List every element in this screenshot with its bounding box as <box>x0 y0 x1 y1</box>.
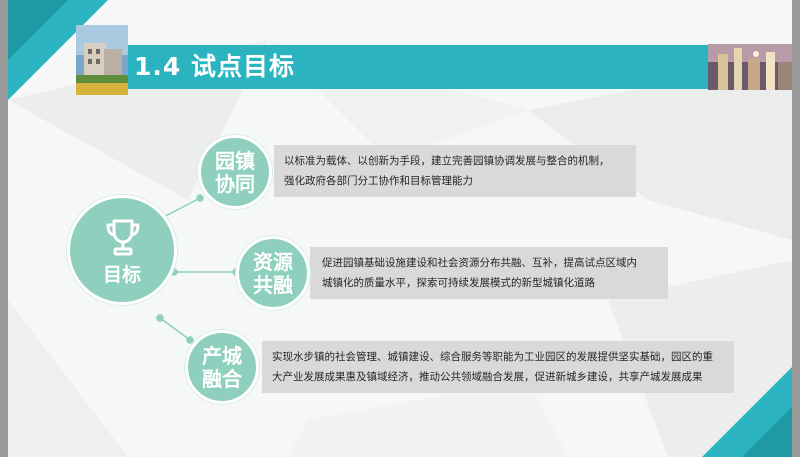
goal-circle: 目标 <box>67 195 177 305</box>
goal-label: 目标 <box>102 264 141 286</box>
item-3-title-line-2: 融合 <box>202 367 242 391</box>
item-circle-3: 产城 融合 <box>185 330 259 404</box>
item-2-title-line-1: 资源 <box>253 250 293 274</box>
item-box-3: 实现水步镇的社会管理、城镇建设、综合服务等职能为工业园区的发展提供坚实基础，园区… <box>262 341 734 393</box>
item-1-title-line-1: 园镇 <box>215 149 255 173</box>
item-circle-1: 园镇 协同 <box>198 135 272 209</box>
item-box-2: 促进园镇基础设施建设和社会资源分布共融、互补，提高试点区域内 城镇化的质量水平，… <box>310 247 668 299</box>
trophy-icon <box>106 219 140 256</box>
item-1-title-line-2: 协同 <box>215 172 255 196</box>
item-2-text-line-2: 城镇化的质量水平，探索可持续发展模式的新型城镇化道路 <box>322 277 595 289</box>
item-3-text-line-1: 实现水步镇的社会管理、城镇建设、综合服务等职能为工业园区的发展提供坚实基础，园区… <box>272 351 713 363</box>
item-box-1: 以标准为载体、以创新为手段，建立完善园镇协调发展与整合的机制， 强化政府各部门分… <box>274 145 636 197</box>
slide: 1.4 试点目标 以标准为载体、以创新为手段，建立完善园镇协调发展与整合的机制，… <box>8 0 792 457</box>
item-2-text-line-1: 促进园镇基础设施建设和社会资源分布共融、互补，提高试点区域内 <box>322 257 637 269</box>
item-3-title-line-1: 产城 <box>202 344 242 368</box>
item-2-title-line-2: 共融 <box>253 273 293 297</box>
item-1-text-line-1: 以标准为载体、以创新为手段，建立完善园镇协调发展与整合的机制， <box>284 155 610 167</box>
item-circle-2: 资源 共融 <box>236 236 310 310</box>
item-1-text-line-2: 强化政府各部门分工协作和目标管理能力 <box>284 175 473 187</box>
item-3-text-line-2: 大产业发展成果惠及镇域经济，推动公共领域融合发展，促进新城乡建设，共享产城发展成… <box>272 371 703 383</box>
